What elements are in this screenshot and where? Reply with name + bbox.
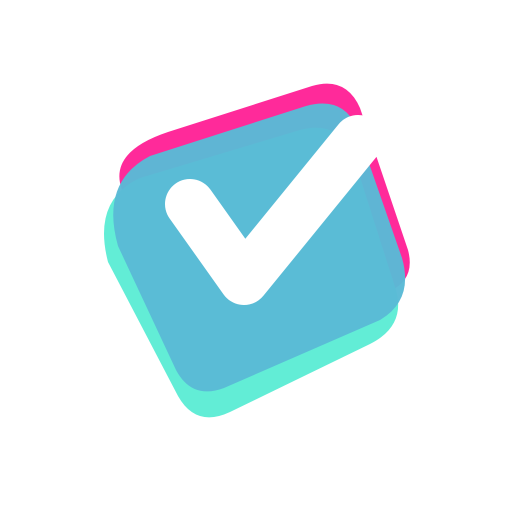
app-icon-canvas — [0, 0, 512, 512]
checkbox-check-icon — [104, 83, 410, 418]
